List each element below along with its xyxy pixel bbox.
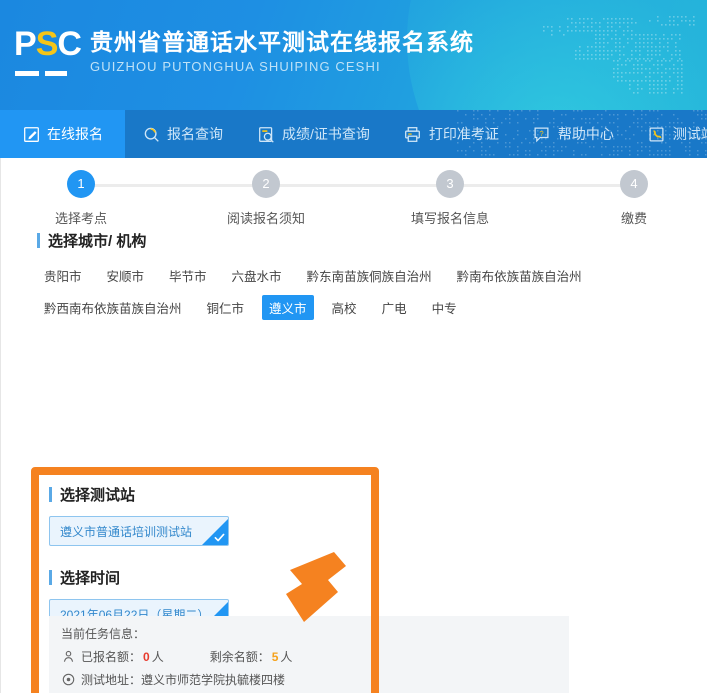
person-icon [61, 650, 75, 664]
question-bubble-icon: ? [533, 125, 551, 143]
nav-item-online-registration[interactable]: 在线报名 [0, 110, 125, 158]
nav-label: 帮助中心 [558, 124, 614, 144]
city-chip-guiyang[interactable]: 贵阳市 [37, 263, 89, 288]
logo-dashes-decoration [15, 71, 67, 76]
city-chip-list: 贵阳市 安顺市 毕节市 六盘水市 黔东南苗族侗族自治州 黔南布依族苗族自治州 黔… [37, 263, 600, 320]
step-4[interactable]: 4 缴费 [574, 170, 694, 227]
nav-label: 成绩/证书查询 [282, 124, 370, 144]
city-chip-anshun[interactable]: 安顺市 [100, 263, 152, 288]
nav-item-registration-query[interactable]: 报名查询 [125, 110, 240, 158]
section-accent-bar [49, 570, 52, 585]
city-chip-gaoxiao[interactable]: 高校 [325, 295, 364, 320]
station-section-title-row: 选择测试站 [49, 484, 569, 505]
step-number: 4 [620, 170, 648, 198]
enrolled-value: 0 [141, 650, 152, 664]
enrolled-unit: 人 [152, 648, 164, 665]
logo-letter-c: C [57, 25, 81, 63]
city-chip-qiannan[interactable]: 黔南布依族苗族自治州 [450, 263, 589, 288]
city-chip-qiandongnan[interactable]: 黔东南苗族侗族自治州 [300, 263, 439, 288]
search-icon [142, 125, 160, 143]
certificate-search-icon [257, 125, 275, 143]
time-section-title-row: 选择时间 [49, 567, 569, 588]
logo-letter-s: S [36, 25, 58, 63]
city-chip-qianxinan[interactable]: 黔西南布依族苗族自治州 [37, 295, 189, 320]
remaining-value: 5 [270, 650, 281, 664]
location-pin-icon [61, 673, 75, 687]
station-card-label: 遵义市普通话培训测试站 [60, 523, 192, 540]
logo-letter-p: P [14, 25, 36, 63]
step-number: 3 [436, 170, 464, 198]
step-number: 2 [252, 170, 280, 198]
site-title-en: GUIZHOU PUTONGHUA SHUIPING CESHI [90, 58, 474, 76]
logo: PSC 贵州省普通话水平测试在线报名系统 GUIZHOU PUTONGHUA S… [14, 27, 474, 83]
nav-label: 报名查询 [167, 124, 223, 144]
step-label: 选择考点 [21, 208, 141, 227]
city-section-title: 选择城市/ 机构 [48, 230, 146, 251]
address-row: 测试地址： 遵义市师范学院执毓楼四楼 [61, 671, 557, 688]
city-row: 黔西南布依族苗族自治州 铜仁市 遵义市 高校 广电 中专 [37, 295, 600, 320]
psc-logo-icon: PSC [14, 27, 76, 83]
nav-label: 打印准考证 [429, 124, 499, 144]
nav-item-help-center[interactable]: ? 帮助中心 [516, 110, 631, 158]
phone-icon [648, 125, 666, 143]
step-number: 1 [67, 170, 95, 198]
nav-label: 在线报名 [47, 124, 103, 144]
city-chip-liupanshui[interactable]: 六盘水市 [225, 263, 289, 288]
address-label: 测试地址： [81, 671, 141, 688]
nav-label: 测试站联系方式 [673, 124, 707, 144]
step-label: 阅读报名须知 [206, 208, 326, 227]
page-header: PSC 贵州省普通话水平测试在线报名系统 GUIZHOU PUTONGHUA S… [0, 0, 707, 110]
nav-item-print-admission-ticket[interactable]: 打印准考证 [387, 110, 516, 158]
nav-item-test-station-contact[interactable]: 测试站联系方式 [631, 110, 707, 158]
station-card-selected[interactable]: 遵义市普通话培训测试站 [49, 516, 229, 546]
step-connector-line [81, 184, 623, 187]
city-chip-zunyi[interactable]: 遵义市 [262, 295, 314, 320]
city-section: 选择城市/ 机构 贵阳市 安顺市 毕节市 六盘水市 黔东南苗族侗族自治州 黔南布… [37, 230, 600, 327]
step-2[interactable]: 2 阅读报名须知 [206, 170, 326, 227]
city-chip-guangdian[interactable]: 广电 [375, 295, 414, 320]
step-3[interactable]: 3 填写报名信息 [390, 170, 510, 227]
time-section-title: 选择时间 [60, 567, 120, 588]
svg-text:?: ? [540, 128, 544, 137]
city-chip-bijie[interactable]: 毕节市 [162, 263, 214, 288]
step-label: 填写报名信息 [390, 208, 510, 227]
step-1[interactable]: 1 选择考点 [21, 170, 141, 227]
step-label: 缴费 [574, 208, 694, 227]
station-time-section: 选择测试站 遵义市普通话培训测试站 选择时间 2021年06月22日（星期二） [49, 484, 569, 629]
step-indicator: 1 选择考点 2 阅读报名须知 3 填写报名信息 4 缴费 [15, 158, 693, 220]
nav-item-score-certificate-query[interactable]: 成绩/证书查询 [240, 110, 387, 158]
station-section-title: 选择测试站 [60, 484, 135, 505]
printer-icon [404, 125, 422, 143]
city-chip-tongren[interactable]: 铜仁市 [200, 295, 252, 320]
address-value: 遵义市师范学院执毓楼四楼 [141, 671, 285, 688]
main-content: 1 选择考点 2 阅读报名须知 3 填写报名信息 4 缴费 选择城市/ 机构 贵… [0, 158, 707, 693]
city-chip-zhongzhuan[interactable]: 中专 [425, 295, 464, 320]
section-accent-bar [37, 233, 40, 248]
task-info-heading-text: 当前任务信息： [61, 625, 145, 642]
site-title-cn: 贵州省普通话水平测试在线报名系统 [90, 28, 474, 56]
quota-row: 已报名额： 0 人 剩余名额： 5 人 [61, 648, 557, 665]
city-row: 贵阳市 安顺市 毕节市 六盘水市 黔东南苗族侗族自治州 黔南布依族苗族自治州 [37, 263, 600, 288]
remaining-unit: 人 [280, 648, 292, 665]
city-section-title-row: 选择城市/ 机构 [37, 230, 600, 251]
main-navigation: 在线报名 报名查询 成绩/证书查询 打印准考证 ? 帮助中心 测试站联系方式 [0, 110, 707, 158]
edit-document-icon [22, 125, 40, 143]
section-accent-bar [49, 487, 52, 502]
check-icon [214, 532, 225, 543]
remaining-label: 剩余名额： [210, 648, 270, 665]
task-info-box: 当前任务信息： 已报名额： 0 人 剩余名额： 5 人 测试地址： 遵义市师范学… [49, 616, 569, 693]
enrolled-label: 已报名额： [81, 648, 141, 665]
task-info-heading: 当前任务信息： [61, 625, 557, 642]
